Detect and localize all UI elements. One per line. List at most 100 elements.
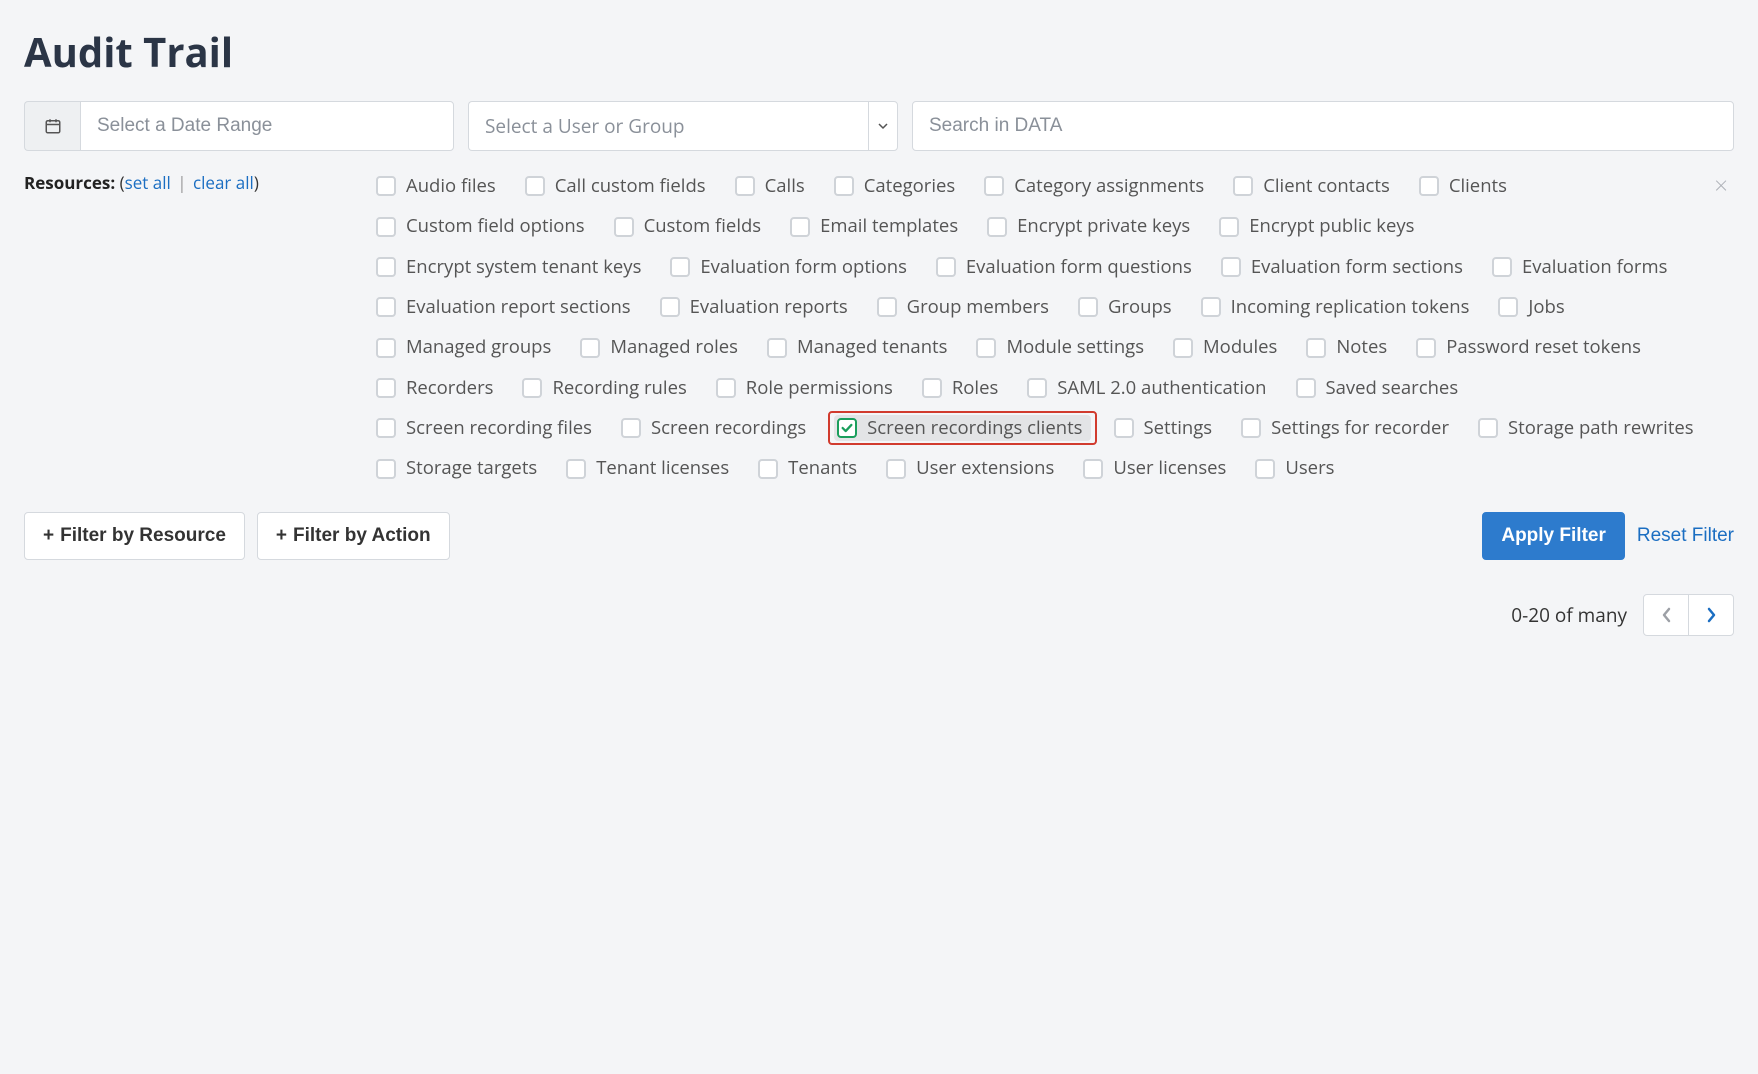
- checkbox-icon[interactable]: [1416, 338, 1436, 358]
- checkbox-icon[interactable]: [1219, 217, 1239, 237]
- checkbox-icon[interactable]: [837, 418, 857, 438]
- checkbox-icon[interactable]: [566, 459, 586, 479]
- resource-chip[interactable]: Groups: [1075, 294, 1180, 320]
- checkbox-icon[interactable]: [580, 338, 600, 358]
- resource-chip[interactable]: Evaluation form sections: [1218, 254, 1471, 280]
- checkbox-icon[interactable]: [1173, 338, 1193, 358]
- date-range-input[interactable]: [80, 101, 454, 151]
- resource-chip[interactable]: Storage path rewrites: [1475, 415, 1702, 441]
- resource-chip[interactable]: Recorders: [373, 375, 501, 401]
- checkbox-icon[interactable]: [1241, 418, 1261, 438]
- filter-by-action-button[interactable]: + Filter by Action: [257, 512, 450, 560]
- checkbox-icon[interactable]: [376, 176, 396, 196]
- checkbox-icon[interactable]: [376, 459, 396, 479]
- checkbox-icon[interactable]: [525, 176, 545, 196]
- resource-chip[interactable]: Role permissions: [713, 375, 901, 401]
- resource-chip[interactable]: User extensions: [883, 455, 1062, 481]
- checkbox-icon[interactable]: [1492, 257, 1512, 277]
- checkbox-icon[interactable]: [987, 217, 1007, 237]
- checkbox-icon[interactable]: [376, 418, 396, 438]
- close-icon[interactable]: ×: [1708, 167, 1734, 204]
- resource-chip[interactable]: Call custom fields: [522, 173, 714, 199]
- checkbox-icon[interactable]: [1296, 378, 1316, 398]
- checkbox-icon[interactable]: [522, 378, 542, 398]
- resource-chip[interactable]: Screen recordings: [618, 415, 814, 441]
- checkbox-icon[interactable]: [1078, 297, 1098, 317]
- resource-chip[interactable]: Settings for recorder: [1238, 415, 1457, 441]
- checkbox-icon[interactable]: [614, 217, 634, 237]
- search-input[interactable]: [912, 101, 1734, 151]
- resource-chip[interactable]: Modules: [1170, 334, 1285, 360]
- resource-chip[interactable]: Encrypt public keys: [1216, 213, 1422, 239]
- checkbox-icon[interactable]: [767, 338, 787, 358]
- resource-chip[interactable]: Evaluation reports: [657, 294, 856, 320]
- checkbox-icon[interactable]: [376, 338, 396, 358]
- apply-filter-button[interactable]: Apply Filter: [1482, 512, 1625, 560]
- checkbox-icon[interactable]: [886, 459, 906, 479]
- checkbox-icon[interactable]: [758, 459, 778, 479]
- checkbox-icon[interactable]: [1027, 378, 1047, 398]
- resource-chip[interactable]: Module settings: [973, 334, 1152, 360]
- resource-chip[interactable]: Tenants: [755, 455, 865, 481]
- checkbox-icon[interactable]: [735, 176, 755, 196]
- resource-chip[interactable]: Encrypt private keys: [984, 213, 1198, 239]
- resource-chip[interactable]: Users: [1252, 455, 1342, 481]
- resource-chip[interactable]: Screen recordings clients: [834, 415, 1090, 441]
- reset-filter-link[interactable]: Reset Filter: [1637, 525, 1734, 547]
- checkbox-icon[interactable]: [1255, 459, 1275, 479]
- checkbox-icon[interactable]: [790, 217, 810, 237]
- resource-chip[interactable]: Managed roles: [577, 334, 746, 360]
- resource-chip[interactable]: Custom fields: [611, 213, 770, 239]
- resource-chip[interactable]: Recording rules: [519, 375, 694, 401]
- resource-chip[interactable]: Managed tenants: [764, 334, 955, 360]
- checkbox-icon[interactable]: [1233, 176, 1253, 196]
- checkbox-icon[interactable]: [1221, 257, 1241, 277]
- resource-chip[interactable]: SAML 2.0 authentication: [1024, 375, 1274, 401]
- resource-chip[interactable]: Managed groups: [373, 334, 559, 360]
- checkbox-icon[interactable]: [936, 257, 956, 277]
- checkbox-icon[interactable]: [1083, 459, 1103, 479]
- prev-page-button[interactable]: [1643, 594, 1689, 636]
- resource-chip[interactable]: Encrypt system tenant keys: [373, 254, 649, 280]
- resource-chip[interactable]: Jobs: [1495, 294, 1572, 320]
- resource-chip[interactable]: Categories: [831, 173, 964, 199]
- resource-chip[interactable]: Password reset tokens: [1413, 334, 1649, 360]
- checkbox-icon[interactable]: [1306, 338, 1326, 358]
- resources-set-all-link[interactable]: set all: [125, 171, 171, 194]
- user-group-select[interactable]: Select a User or Group: [468, 101, 898, 151]
- resource-chip[interactable]: User licenses: [1080, 455, 1234, 481]
- checkbox-icon[interactable]: [1498, 297, 1518, 317]
- resource-chip[interactable]: Evaluation report sections: [373, 294, 639, 320]
- resource-chip[interactable]: Email templates: [787, 213, 966, 239]
- checkbox-icon[interactable]: [984, 176, 1004, 196]
- resource-chip[interactable]: Roles: [919, 375, 1006, 401]
- checkbox-icon[interactable]: [922, 378, 942, 398]
- next-page-button[interactable]: [1688, 594, 1734, 636]
- checkbox-icon[interactable]: [376, 217, 396, 237]
- filter-by-resource-button[interactable]: + Filter by Resource: [24, 512, 245, 560]
- resource-chip[interactable]: Evaluation forms: [1489, 254, 1676, 280]
- checkbox-icon[interactable]: [877, 297, 897, 317]
- checkbox-icon[interactable]: [376, 297, 396, 317]
- calendar-icon[interactable]: [24, 101, 80, 151]
- checkbox-icon[interactable]: [716, 378, 736, 398]
- resource-chip[interactable]: Client contacts: [1230, 173, 1398, 199]
- checkbox-icon[interactable]: [1201, 297, 1221, 317]
- checkbox-icon[interactable]: [1419, 176, 1439, 196]
- resource-chip[interactable]: Group members: [874, 294, 1057, 320]
- resource-chip[interactable]: Storage targets: [373, 455, 545, 481]
- checkbox-icon[interactable]: [376, 257, 396, 277]
- resource-chip[interactable]: Settings: [1111, 415, 1221, 441]
- user-group-select-body[interactable]: Select a User or Group: [468, 101, 868, 151]
- resource-chip[interactable]: Screen recording files: [373, 415, 600, 441]
- resource-chip[interactable]: Saved searches: [1293, 375, 1467, 401]
- resource-chip[interactable]: Evaluation form questions: [933, 254, 1200, 280]
- resources-clear-all-link[interactable]: clear all: [193, 171, 254, 194]
- resource-chip[interactable]: Audio files: [373, 173, 504, 199]
- chevron-down-icon[interactable]: [868, 101, 898, 151]
- resource-chip[interactable]: Incoming replication tokens: [1198, 294, 1478, 320]
- resource-chip[interactable]: Custom field options: [373, 213, 593, 239]
- checkbox-icon[interactable]: [660, 297, 680, 317]
- resource-chip[interactable]: Notes: [1303, 334, 1395, 360]
- checkbox-icon[interactable]: [376, 378, 396, 398]
